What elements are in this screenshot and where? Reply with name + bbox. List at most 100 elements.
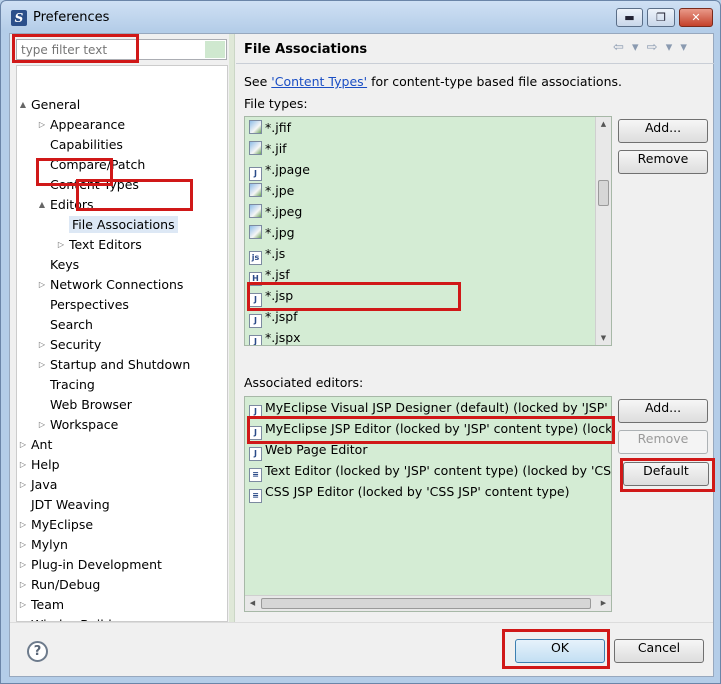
expand-toggle-icon[interactable]: ▲ — [37, 196, 47, 214]
file-type-item[interactable]: *.jfif — [249, 119, 291, 139]
expand-toggle-icon[interactable]: ▷ — [37, 116, 47, 134]
editor-item[interactable]: ≡ Text Editor (locked by 'JSP' content ty… — [249, 462, 611, 482]
tree-item-label: Search — [50, 317, 93, 332]
expand-toggle-icon[interactable]: ▷ — [18, 516, 28, 534]
tree-item[interactable]: JDT Weaving — [31, 496, 110, 516]
tree-item[interactable]: Compare/Patch — [50, 156, 145, 176]
tree-item[interactable]: Capabilities — [50, 136, 123, 156]
remove-editor-button[interactable]: Remove — [618, 430, 708, 454]
minimize-button[interactable]: ▬ — [616, 8, 643, 27]
file-type-item[interactable]: *.jpg — [249, 224, 295, 244]
editor-label: MyEclipse Visual JSP Designer (default) … — [265, 400, 612, 415]
history-nav-icons[interactable]: ⇦ ▾ ⇨ ▾ ▾ — [613, 40, 689, 55]
expand-toggle-icon[interactable]: ▷ — [18, 436, 28, 454]
title-bar[interactable]: S Preferences ▬ ❐ ✕ — [1, 1, 720, 33]
associated-editors-list[interactable]: J MyEclipse Visual JSP Designer (default)… — [244, 396, 612, 612]
tree-item[interactable]: ▷ Java — [20, 476, 57, 496]
file-type-item[interactable]: J *.jsp — [249, 287, 293, 307]
hscroll-thumb[interactable] — [261, 598, 591, 609]
expand-toggle-icon[interactable]: ▷ — [18, 536, 28, 554]
tree-item[interactable]: Perspectives — [50, 296, 129, 316]
tree-item[interactable]: File Associations — [69, 216, 178, 236]
expand-toggle-icon[interactable]: ▷ — [18, 556, 28, 574]
tree-item-label: Ant — [31, 437, 53, 452]
clear-filter-icon[interactable] — [205, 41, 225, 58]
editor-item[interactable]: J MyEclipse JSP Editor (locked by 'JSP' c… — [249, 420, 612, 440]
file-type-item[interactable]: J *.jspx — [249, 329, 301, 345]
expand-toggle-icon[interactable]: ▷ — [18, 576, 28, 594]
tree-item[interactable]: ▷ Team — [20, 596, 64, 616]
editor-item[interactable]: ≡ CSS JSP Editor (locked by 'CSS JSP' con… — [249, 483, 569, 503]
expand-toggle-icon[interactable]: ▷ — [37, 416, 47, 434]
tree-item[interactable]: ▷ Mylyn — [20, 536, 68, 556]
file-type-icon — [249, 141, 262, 155]
tree-item[interactable]: ▷ Startup and Shutdown — [39, 356, 190, 376]
tree-item[interactable]: ▷ Text Editors — [58, 236, 142, 256]
editor-item[interactable]: J Web Page Editor — [249, 441, 367, 461]
file-type-item[interactable]: *.jpe — [249, 182, 294, 202]
tree-item-label: Help — [31, 457, 60, 472]
file-types-scrollbar[interactable]: ▲ ▼ — [595, 117, 611, 345]
file-type-item[interactable]: H *.jsf — [249, 266, 290, 286]
tree-item-label: Mylyn — [31, 537, 68, 552]
scroll-down-icon[interactable]: ▼ — [596, 331, 611, 345]
tree-item[interactable]: ▷ Ant — [20, 436, 53, 456]
filter-input[interactable] — [17, 40, 197, 59]
file-type-item[interactable]: js *.js — [249, 245, 285, 265]
expand-toggle-icon[interactable]: ▷ — [18, 476, 28, 494]
ok-button[interactable]: OK — [515, 639, 605, 663]
tree-item[interactable]: ▷ MyEclipse — [20, 516, 93, 536]
file-type-item[interactable]: J *.jspf — [249, 308, 298, 328]
default-editor-button[interactable]: Default — [623, 462, 709, 486]
scroll-thumb[interactable] — [598, 180, 609, 206]
tree-item[interactable]: ▷ Appearance — [39, 116, 125, 136]
editors-hscrollbar[interactable]: ◀ ▶ — [245, 595, 611, 611]
tree-item-label: Plug-in Development — [31, 557, 162, 572]
content-types-link[interactable]: 'Content Types' — [271, 74, 367, 89]
expand-toggle-icon[interactable]: ▷ — [37, 276, 47, 294]
expand-toggle-icon[interactable]: ▷ — [56, 236, 66, 254]
pane-sash[interactable] — [229, 34, 235, 622]
expand-toggle-icon[interactable]: ▷ — [37, 356, 47, 374]
file-type-item[interactable]: J *.jpage — [249, 161, 310, 181]
tree-item[interactable]: ▷ Help — [20, 456, 60, 476]
tree-item[interactable]: ▷ Plug-in Development — [20, 556, 162, 576]
file-types-list[interactable]: *.jfif *.jif J *.jpage *.jpe *.jpeg *.jpg js *.j… — [244, 116, 612, 346]
expand-toggle-icon[interactable]: ▲ — [18, 96, 28, 114]
cancel-button[interactable]: Cancel — [614, 639, 704, 663]
tree-item[interactable]: Web Browser — [50, 396, 132, 416]
remove-file-type-button[interactable]: Remove — [618, 150, 708, 174]
tree-item[interactable]: ▷ Network Connections — [39, 276, 183, 296]
tree-item-label: Text Editors — [69, 237, 142, 252]
tree-item[interactable]: Content Types — [50, 176, 139, 196]
file-type-item[interactable]: *.jif — [249, 140, 287, 160]
expand-toggle-icon[interactable]: ▷ — [18, 456, 28, 474]
maximize-button[interactable]: ❐ — [647, 8, 675, 27]
help-icon[interactable]: ? — [27, 641, 48, 662]
file-type-label: *.jfif — [265, 120, 291, 135]
tree-item[interactable]: ▷ Workspace — [39, 416, 118, 436]
editor-item[interactable]: J MyEclipse Visual JSP Designer (default)… — [249, 399, 612, 419]
editor-label: MyEclipse JSP Editor (locked by 'JSP' co… — [265, 421, 612, 436]
add-file-type-button[interactable]: Add... — [618, 119, 708, 143]
add-editor-button[interactable]: Add... — [618, 399, 708, 423]
expand-toggle-icon[interactable]: ▷ — [37, 336, 47, 354]
tree-item[interactable]: ▷ Run/Debug — [20, 576, 100, 596]
filter-field[interactable] — [16, 39, 227, 60]
tree-item[interactable]: Tracing — [50, 376, 95, 396]
tree-item[interactable]: ▲ Editors — [39, 196, 94, 216]
tree-item[interactable]: ▷ Security — [39, 336, 101, 356]
expand-toggle-icon[interactable]: ▷ — [18, 596, 28, 614]
preference-tree[interactable]: ▲ General ▷ Appearance Capabilities Compare/P… — [16, 65, 228, 622]
close-button[interactable]: ✕ — [679, 8, 713, 27]
tree-item[interactable]: Search — [50, 316, 93, 336]
scroll-up-icon[interactable]: ▲ — [596, 117, 611, 131]
preferences-window: S Preferences ▬ ❐ ✕ ▲General▷AppearanceC… — [0, 0, 721, 684]
tree-item[interactable]: ▲ General — [20, 96, 80, 116]
file-type-item[interactable]: *.jpeg — [249, 203, 302, 223]
tree-item[interactable]: Keys — [50, 256, 79, 276]
scroll-right-icon[interactable]: ▶ — [596, 596, 611, 611]
scroll-left-icon[interactable]: ◀ — [245, 596, 260, 611]
file-type-icon: J — [249, 293, 262, 307]
editor-label: Web Page Editor — [265, 442, 368, 457]
